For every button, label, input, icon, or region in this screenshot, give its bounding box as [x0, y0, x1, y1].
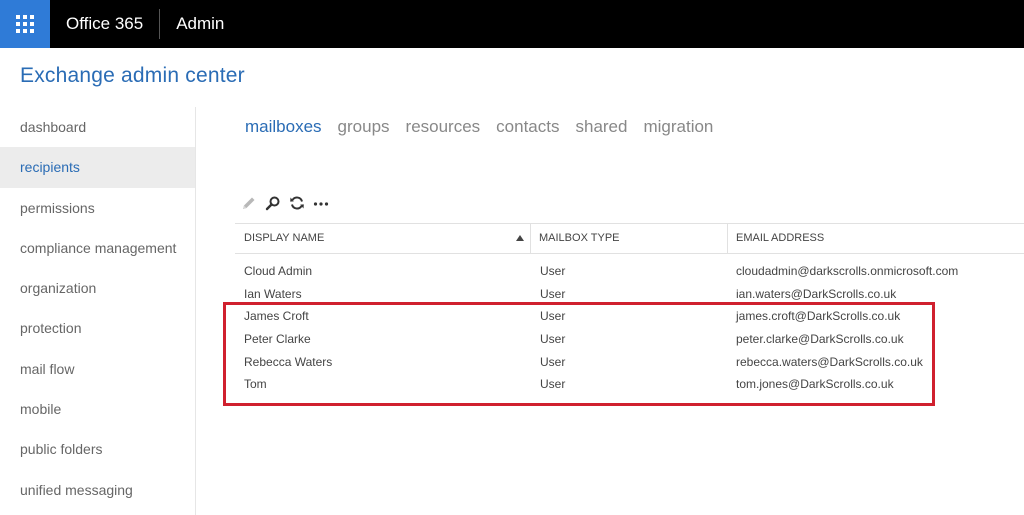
nav-item-protection[interactable]: protection [0, 308, 195, 348]
nav-item-mail-flow[interactable]: mail flow [0, 349, 195, 389]
mailbox-type-cell: User [540, 354, 566, 369]
nav-item-recipients[interactable]: recipients [0, 147, 195, 188]
column-header-mailbox-type[interactable]: MAILBOX TYPE [531, 224, 728, 253]
app-launcher-button[interactable] [0, 0, 50, 48]
recipient-tabs: mailboxes groups resources contacts shar… [245, 117, 729, 137]
office-365-brand[interactable]: Office 365 [50, 9, 159, 39]
column-header-label: MAILBOX TYPE [539, 232, 620, 244]
refresh-icon [290, 196, 304, 210]
email-address-cell: ian.waters@DarkScrolls.co.uk [736, 286, 897, 301]
column-header-label: DISPLAY NAME [244, 232, 325, 244]
mailbox-list: DISPLAY NAME MAILBOX TYPE EMAIL ADDRESS … [235, 223, 1024, 396]
table-row[interactable]: Peter Clarke User peter.clarke@DarkScrol… [235, 328, 1024, 351]
table-row[interactable]: Cloud Admin User cloudadmin@darkscrolls.… [235, 260, 1024, 283]
table-row[interactable]: James Croft User james.croft@DarkScrolls… [235, 305, 1024, 328]
mailbox-type-cell: User [540, 377, 566, 392]
display-name-cell: Rebecca Waters [244, 354, 333, 369]
display-name-cell: Cloud Admin [244, 264, 313, 278]
tab-contacts[interactable]: contacts [496, 117, 559, 137]
nav-item-dashboard[interactable]: dashboard [0, 107, 195, 147]
pencil-icon [243, 197, 255, 209]
tab-mailboxes[interactable]: mailboxes [245, 117, 322, 137]
tab-resources[interactable]: resources [406, 117, 481, 137]
display-name-cell: Tom [244, 377, 267, 392]
mailbox-type-cell: User [540, 332, 566, 347]
refresh-button[interactable] [286, 193, 308, 213]
email-address-cell: peter.clarke@DarkScrolls.co.uk [736, 332, 904, 347]
mailbox-type-cell: User [540, 286, 566, 301]
display-name-cell: Ian Waters [244, 286, 302, 301]
nav-item-permissions[interactable]: permissions [0, 188, 195, 228]
edit-button[interactable] [238, 193, 260, 213]
more-icon [313, 202, 329, 206]
column-header-label: EMAIL ADDRESS [736, 232, 825, 244]
admin-app-link[interactable]: Admin [160, 9, 224, 39]
nav-item-organization[interactable]: organization [0, 268, 195, 308]
nav-item-unified-messaging[interactable]: unified messaging [0, 470, 195, 510]
nav-item-compliance-management[interactable]: compliance management [0, 228, 195, 268]
email-address-cell: tom.jones@DarkScrolls.co.uk [736, 377, 894, 392]
tab-groups[interactable]: groups [338, 117, 390, 137]
table-header: DISPLAY NAME MAILBOX TYPE EMAIL ADDRESS [235, 223, 1024, 254]
email-address-cell: rebecca.waters@DarkScrolls.co.uk [736, 354, 923, 369]
page-title: Exchange admin center [20, 64, 245, 87]
top-bar: Office 365 Admin [0, 0, 1024, 48]
display-name-cell: James Croft [244, 309, 309, 324]
email-address-cell: cloudadmin@darkscrolls.onmicrosoft.com [736, 264, 959, 278]
table-row[interactable]: Rebecca Waters User rebecca.waters@DarkS… [235, 351, 1024, 374]
more-options-button[interactable] [310, 193, 332, 213]
waffle-icon [16, 15, 34, 33]
table-body: Cloud Admin User cloudadmin@darkscrolls.… [235, 260, 1024, 396]
mailbox-type-cell: User [540, 264, 566, 278]
column-header-display-name[interactable]: DISPLAY NAME [235, 224, 531, 253]
left-nav: dashboard recipients permissions complia… [0, 107, 196, 515]
table-row[interactable]: Ian Waters User ian.waters@DarkScrolls.c… [235, 283, 1024, 306]
mailbox-type-cell: User [540, 309, 566, 324]
table-row[interactable]: Tom User tom.jones@DarkScrolls.co.uk [235, 373, 1024, 396]
tab-migration[interactable]: migration [643, 117, 713, 137]
search-icon [265, 196, 280, 211]
display-name-cell: Peter Clarke [244, 332, 311, 347]
tab-shared[interactable]: shared [575, 117, 627, 137]
sort-ascending-icon [516, 235, 524, 241]
nav-item-public-folders[interactable]: public folders [0, 429, 195, 469]
email-address-cell: james.croft@DarkScrolls.co.uk [736, 309, 901, 324]
nav-item-mobile[interactable]: mobile [0, 389, 195, 429]
mailbox-toolbar [238, 193, 334, 213]
search-button[interactable] [262, 193, 284, 213]
column-header-email-address[interactable]: EMAIL ADDRESS [728, 224, 1024, 253]
